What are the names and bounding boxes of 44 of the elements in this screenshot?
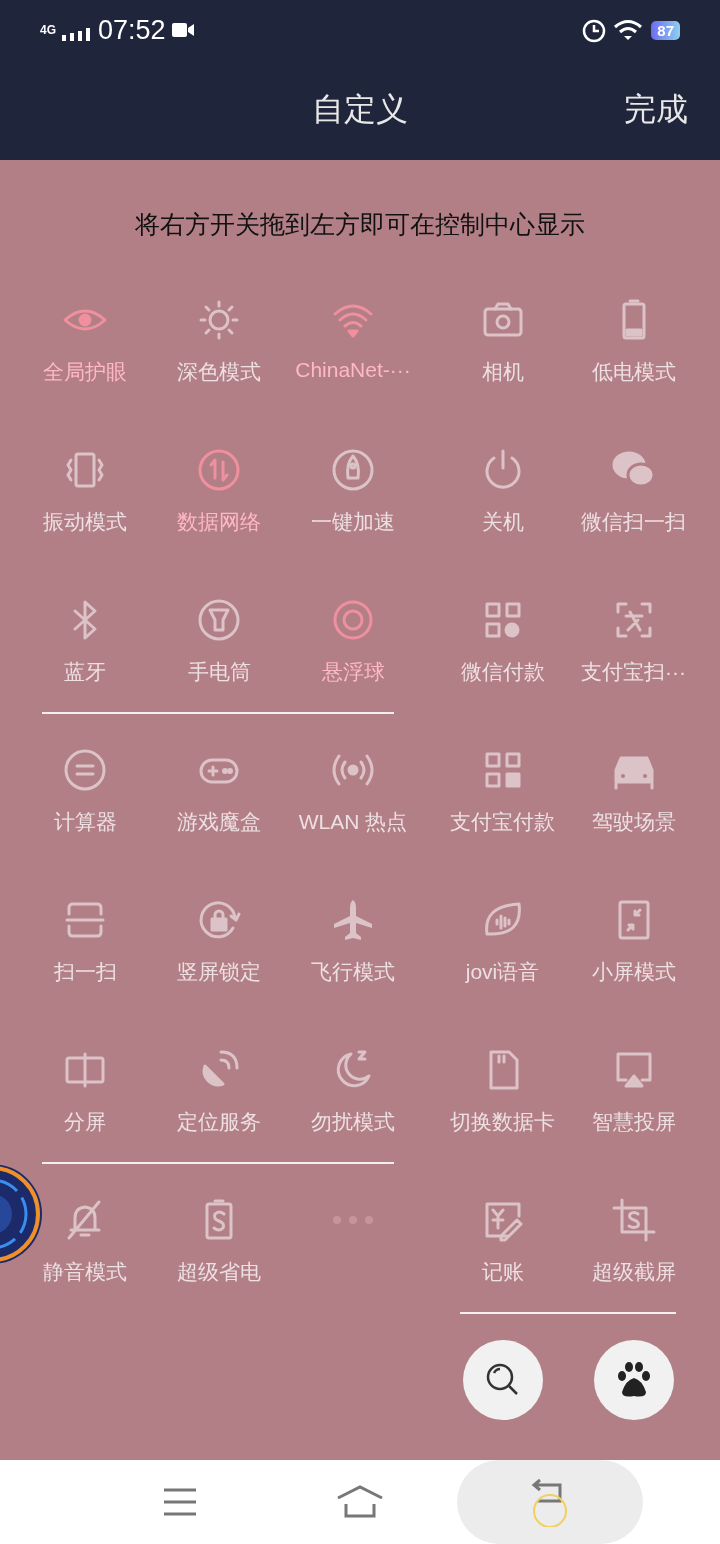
alarm-icon xyxy=(581,17,608,43)
battery-level: 87 xyxy=(651,20,680,40)
tile-label: 扫一扫 xyxy=(53,959,117,985)
tile-label: 振动模式 xyxy=(43,509,127,535)
tile-label: 数据网络 xyxy=(177,509,261,535)
tile-label: 悬浮球 xyxy=(321,659,385,685)
tile-label: 静音模式 xyxy=(43,1259,127,1285)
tile-label: 手电筒 xyxy=(187,659,251,685)
tile-label: 智慧投屏 xyxy=(591,1109,676,1135)
tile-label: ChinaNet-··· xyxy=(295,358,411,382)
tile-label: 分屏 xyxy=(64,1109,106,1135)
clock: 07:52 xyxy=(98,14,166,46)
tile-label: 定位服务 xyxy=(177,1109,261,1135)
network-type: 4G xyxy=(40,24,56,36)
tile-label: 深色模式 xyxy=(177,359,261,385)
tile-label: 微信付款 xyxy=(460,659,545,685)
back-icon xyxy=(530,1477,570,1527)
signal-icon xyxy=(62,27,92,41)
tile-label: jovi语音 xyxy=(465,959,540,985)
tile-label: 切换数据卡 xyxy=(450,1109,555,1135)
instruction-text: 将右方开关拖到左方即可在控制中心显示 xyxy=(135,210,585,238)
tile-label: 游戏魔盒 xyxy=(177,809,261,835)
tile-label: 飞行模式 xyxy=(311,959,395,985)
tile-label: 相机 xyxy=(481,359,524,385)
tile-label: 勿扰模式 xyxy=(311,1109,395,1135)
done-button[interactable]: 完成 xyxy=(624,88,688,132)
tile-label: 全局护眼 xyxy=(43,359,127,385)
tile-label: 计算器 xyxy=(53,809,117,835)
tile-label: 支付宝扫··· xyxy=(581,659,686,685)
tile-label: 竖屏锁定 xyxy=(177,959,261,985)
tile-label: 记账 xyxy=(481,1259,524,1285)
tile-label: 超级省电 xyxy=(177,1259,261,1285)
tile-label: 超级截屏 xyxy=(591,1259,676,1285)
tile-label: 蓝牙 xyxy=(64,659,106,685)
video-camera-icon xyxy=(171,22,194,38)
tile-label: 支付宝付款 xyxy=(450,809,555,835)
tile-label: 小屏模式 xyxy=(591,959,676,985)
page-title: 自定义 xyxy=(312,90,408,129)
tile-label: 一键加速 xyxy=(311,509,395,535)
tile-label: 关机 xyxy=(481,509,524,535)
tile-label: 微信扫一扫 xyxy=(581,509,686,535)
tile-label: 驾驶场景 xyxy=(591,809,676,835)
tile-label: 低电模式 xyxy=(591,359,676,385)
tile-label: WLAN 热点 xyxy=(298,809,408,835)
